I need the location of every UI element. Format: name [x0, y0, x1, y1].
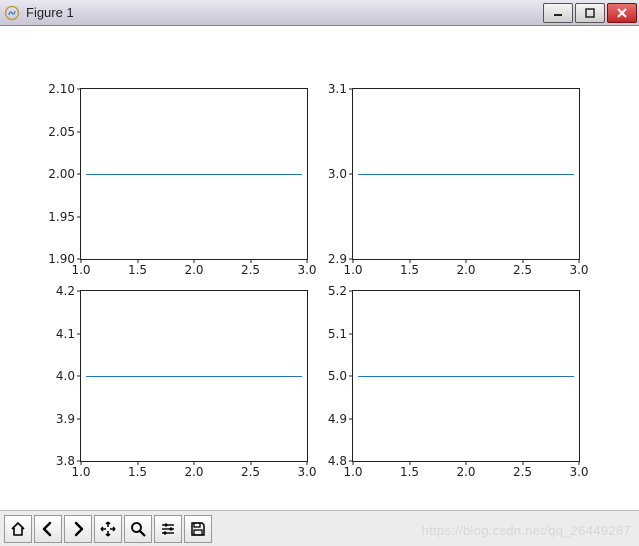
back-button[interactable] — [34, 515, 62, 543]
ytick-label: 4.0 — [56, 369, 81, 383]
ytick-label: 5.1 — [328, 327, 353, 341]
ytick-label: 5.0 — [328, 369, 353, 383]
configure-button[interactable] — [154, 515, 182, 543]
xtick-label: 1.5 — [128, 461, 147, 479]
data-line — [86, 376, 303, 377]
ytick-label: 4.1 — [56, 327, 81, 341]
xtick-label: 3.0 — [297, 461, 316, 479]
save-button[interactable] — [184, 515, 212, 543]
window-title: Figure 1 — [26, 5, 541, 20]
xtick-label: 1.5 — [128, 259, 147, 277]
ytick-label: 3.0 — [328, 167, 353, 181]
xtick-label: 2.5 — [513, 461, 532, 479]
window-titlebar: Figure 1 — [0, 0, 639, 26]
window-controls — [541, 3, 637, 23]
xtick-label: 1.5 — [400, 259, 419, 277]
xtick-label: 2.5 — [241, 259, 260, 277]
ytick-label: 3.1 — [328, 82, 353, 96]
ytick-label: 3.9 — [56, 412, 81, 426]
app-icon — [4, 5, 20, 21]
ytick-label: 5.2 — [328, 284, 353, 298]
subplot-1: 1.901.952.002.052.101.01.52.02.53.0 — [80, 88, 308, 260]
xtick-label: 3.0 — [569, 259, 588, 277]
xtick-label: 2.0 — [456, 461, 475, 479]
figure-canvas: 1.901.952.002.052.101.01.52.02.53.0 2.93.… — [0, 26, 639, 510]
ytick-label: 2.05 — [48, 125, 81, 139]
xtick-label: 2.5 — [241, 461, 260, 479]
xtick-label: 3.0 — [569, 461, 588, 479]
forward-button[interactable] — [64, 515, 92, 543]
xtick-label: 1.0 — [343, 461, 362, 479]
xtick-label: 3.0 — [297, 259, 316, 277]
subplot-4: 4.84.95.05.15.21.01.52.02.53.0 — [352, 290, 580, 462]
minimize-button[interactable] — [543, 3, 573, 23]
xtick-label: 2.0 — [184, 259, 203, 277]
ytick-label: 2.10 — [48, 82, 81, 96]
ytick-label: 4.9 — [328, 412, 353, 426]
zoom-button[interactable] — [124, 515, 152, 543]
ytick-label: 2.00 — [48, 167, 81, 181]
xtick-label: 1.0 — [71, 461, 90, 479]
data-line — [358, 174, 575, 175]
data-line — [358, 376, 575, 377]
subplot-3: 3.83.94.04.14.21.01.52.02.53.0 — [80, 290, 308, 462]
subplot-2: 2.93.03.11.01.52.02.53.0 — [352, 88, 580, 260]
data-line — [86, 174, 303, 175]
maximize-button[interactable] — [575, 3, 605, 23]
xtick-label: 2.0 — [456, 259, 475, 277]
close-button[interactable] — [607, 3, 637, 23]
xtick-label: 1.0 — [343, 259, 362, 277]
ytick-label: 1.95 — [48, 210, 81, 224]
xtick-label: 2.5 — [513, 259, 532, 277]
xtick-label: 1.0 — [71, 259, 90, 277]
xtick-label: 1.5 — [400, 461, 419, 479]
xtick-label: 2.0 — [184, 461, 203, 479]
nav-toolbar — [0, 510, 639, 546]
pan-button[interactable] — [94, 515, 122, 543]
home-button[interactable] — [4, 515, 32, 543]
ytick-label: 4.2 — [56, 284, 81, 298]
